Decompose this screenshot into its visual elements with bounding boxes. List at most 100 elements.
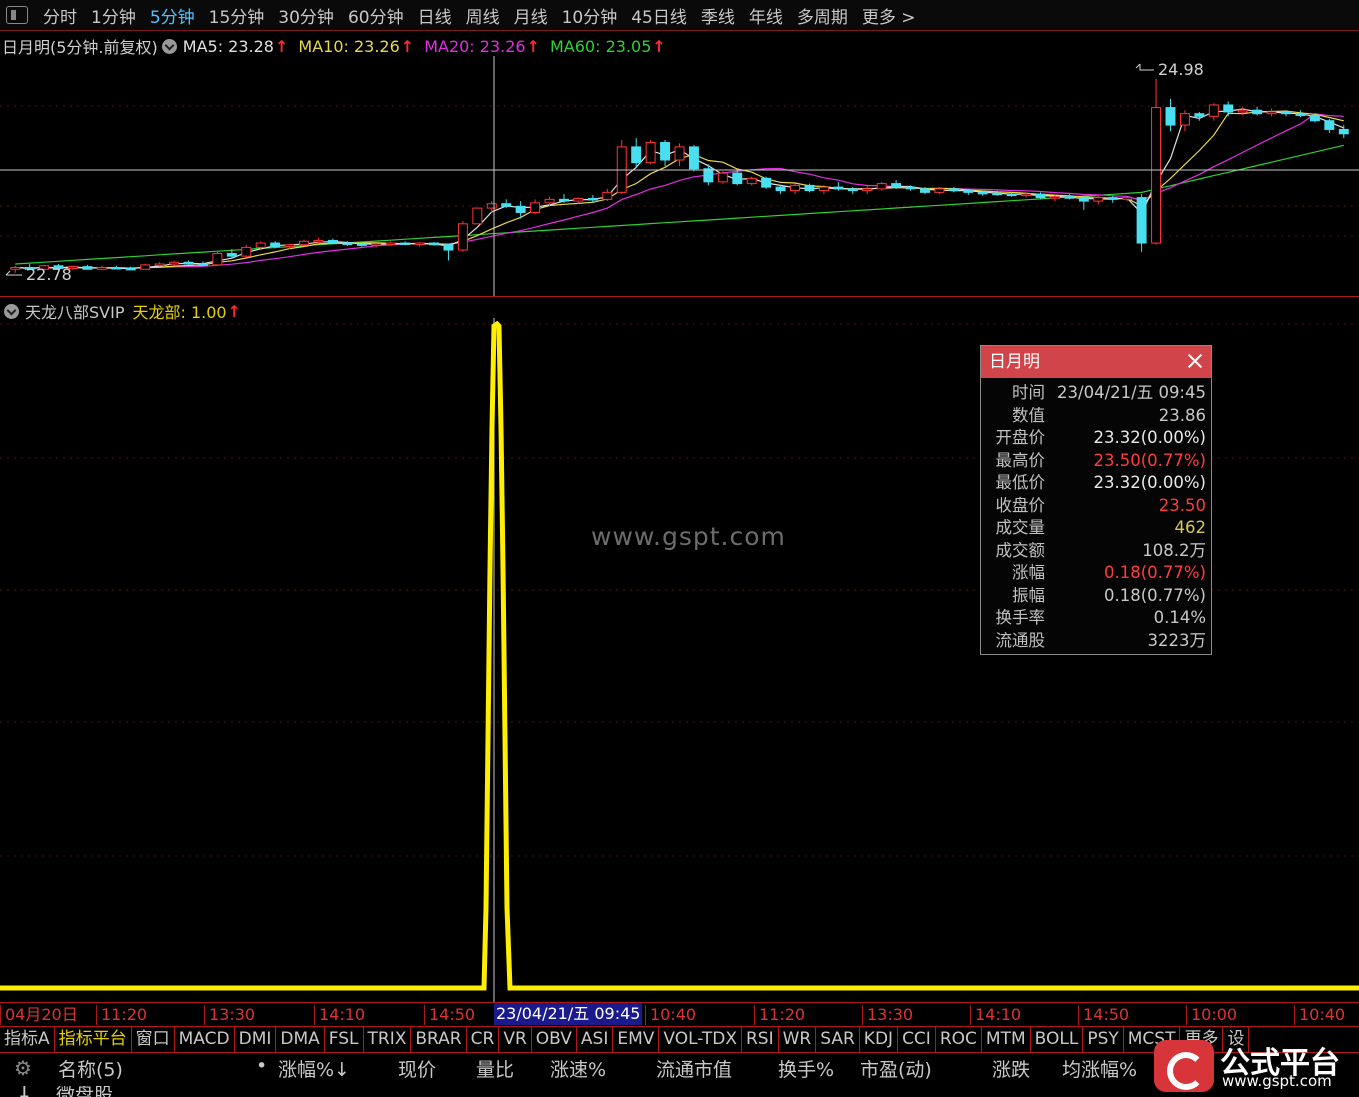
candle[interactable]: [1309, 113, 1320, 123]
candlestick-chart[interactable]: 24.98 22.78: [0, 56, 1359, 296]
candle[interactable]: [400, 241, 411, 246]
candle[interactable]: [587, 194, 598, 202]
column-header[interactable]: 均涨幅%: [1062, 1055, 1137, 1082]
indicator-tab[interactable]: BOLL: [1031, 1027, 1084, 1052]
candle[interactable]: [472, 207, 483, 225]
sidebar-toggle-icon[interactable]: [6, 6, 28, 24]
candle[interactable]: [371, 243, 382, 248]
column-header[interactable]: 涨跌: [992, 1055, 1030, 1082]
candle[interactable]: [818, 185, 829, 195]
candle[interactable]: [154, 262, 165, 267]
period-tab[interactable]: 1分钟: [84, 3, 143, 28]
candle[interactable]: [1107, 195, 1118, 203]
candle[interactable]: [183, 260, 194, 265]
indicator-tab[interactable]: TRIX: [364, 1027, 412, 1052]
candle[interactable]: [1136, 194, 1147, 252]
candle[interactable]: [327, 238, 338, 244]
candle[interactable]: [10, 265, 21, 273]
candle[interactable]: [674, 143, 685, 167]
close-icon[interactable]: [1187, 353, 1203, 369]
chevron-down-icon[interactable]: [161, 38, 177, 54]
period-tab[interactable]: 更多 >: [855, 3, 923, 28]
indicator-tab[interactable]: OBV: [532, 1027, 577, 1052]
candle[interactable]: [169, 260, 180, 266]
candle[interactable]: [688, 145, 699, 172]
candle[interactable]: [457, 221, 468, 252]
indicator-tab[interactable]: FSL: [325, 1027, 364, 1052]
column-header[interactable]: 换手%: [778, 1055, 834, 1082]
candle[interactable]: [891, 180, 902, 189]
period-tab[interactable]: 30分钟: [271, 3, 341, 28]
candle[interactable]: [558, 194, 569, 203]
column-header[interactable]: 涨幅%↓: [278, 1055, 350, 1082]
column-header[interactable]: 流通市值: [656, 1055, 732, 1082]
indicator-tab[interactable]: ROC: [936, 1027, 982, 1052]
indicator-tab[interactable]: ASI: [577, 1027, 614, 1052]
candle[interactable]: [761, 176, 772, 189]
indicator-tab[interactable]: DMI: [235, 1027, 277, 1052]
candle[interactable]: [790, 183, 801, 195]
candle[interactable]: [125, 266, 136, 271]
chevron-down-icon[interactable]: [4, 303, 19, 319]
candle[interactable]: [717, 171, 728, 184]
indicator-tab[interactable]: BRAR: [411, 1027, 467, 1052]
indicator-tab[interactable]: 指标A: [0, 1027, 55, 1052]
candle[interactable]: [530, 199, 541, 215]
candle[interactable]: [1208, 103, 1219, 121]
period-tab[interactable]: 60分钟: [341, 3, 411, 28]
candle[interactable]: [862, 185, 873, 195]
candle[interactable]: [1179, 110, 1190, 132]
indicator-tab[interactable]: RSI: [742, 1027, 779, 1052]
candle[interactable]: [847, 187, 858, 195]
candle[interactable]: [948, 187, 959, 193]
candle[interactable]: [140, 264, 151, 270]
candle[interactable]: [876, 181, 887, 191]
period-tab[interactable]: 45日线: [624, 3, 694, 28]
candle[interactable]: [1078, 195, 1089, 210]
candle[interactable]: [602, 188, 613, 202]
candle[interactable]: [385, 241, 396, 246]
column-header[interactable]: 市盈(动): [860, 1055, 932, 1082]
indicator-tab[interactable]: KDJ: [860, 1027, 899, 1052]
candle[interactable]: [1064, 194, 1075, 200]
gear-icon[interactable]: ⚙: [14, 1056, 32, 1080]
candle[interactable]: [616, 139, 627, 195]
indicator-tab[interactable]: CR: [467, 1027, 500, 1052]
period-tab[interactable]: 日线: [411, 3, 459, 28]
candle[interactable]: [1194, 111, 1205, 121]
period-tab[interactable]: 10分钟: [555, 3, 625, 28]
candle[interactable]: [804, 183, 815, 193]
candle[interactable]: [660, 139, 671, 167]
candle[interactable]: [111, 265, 122, 270]
indicator-tab[interactable]: VR: [499, 1027, 532, 1052]
indicator-tab[interactable]: EMV: [613, 1027, 660, 1052]
candle[interactable]: [1093, 195, 1104, 205]
period-tab[interactable]: 年线: [742, 3, 790, 28]
indicator-tab[interactable]: MTM: [982, 1027, 1031, 1052]
period-tab[interactable]: 15分钟: [202, 3, 272, 28]
indicator-tab[interactable]: 指标平台: [55, 1027, 132, 1052]
period-tab[interactable]: 季线: [694, 3, 742, 28]
indicator-tab[interactable]: 窗口: [132, 1027, 175, 1052]
column-header[interactable]: 名称(5): [58, 1055, 123, 1082]
column-header[interactable]: 涨速%: [550, 1055, 606, 1082]
candle[interactable]: [443, 243, 454, 261]
indicator-tab[interactable]: WR: [779, 1027, 817, 1052]
indicator-tab[interactable]: CCI: [898, 1027, 936, 1052]
period-tab[interactable]: 5分钟: [143, 3, 202, 28]
candle[interactable]: [732, 170, 743, 186]
candle[interactable]: [501, 199, 512, 209]
period-tab[interactable]: 周线: [459, 3, 507, 28]
candle[interactable]: [197, 261, 208, 267]
candle[interactable]: [1151, 78, 1162, 245]
indicator-tab[interactable]: DMA: [276, 1027, 325, 1052]
candle[interactable]: [429, 242, 439, 246]
candle[interactable]: [414, 242, 425, 247]
candle[interactable]: [313, 237, 324, 244]
indicator-tab[interactable]: SAR: [816, 1027, 860, 1052]
candle[interactable]: [1165, 98, 1176, 132]
period-tab[interactable]: 月线: [507, 3, 555, 28]
candle[interactable]: [1295, 110, 1306, 118]
candle[interactable]: [1223, 101, 1234, 117]
candle[interactable]: [96, 265, 107, 271]
